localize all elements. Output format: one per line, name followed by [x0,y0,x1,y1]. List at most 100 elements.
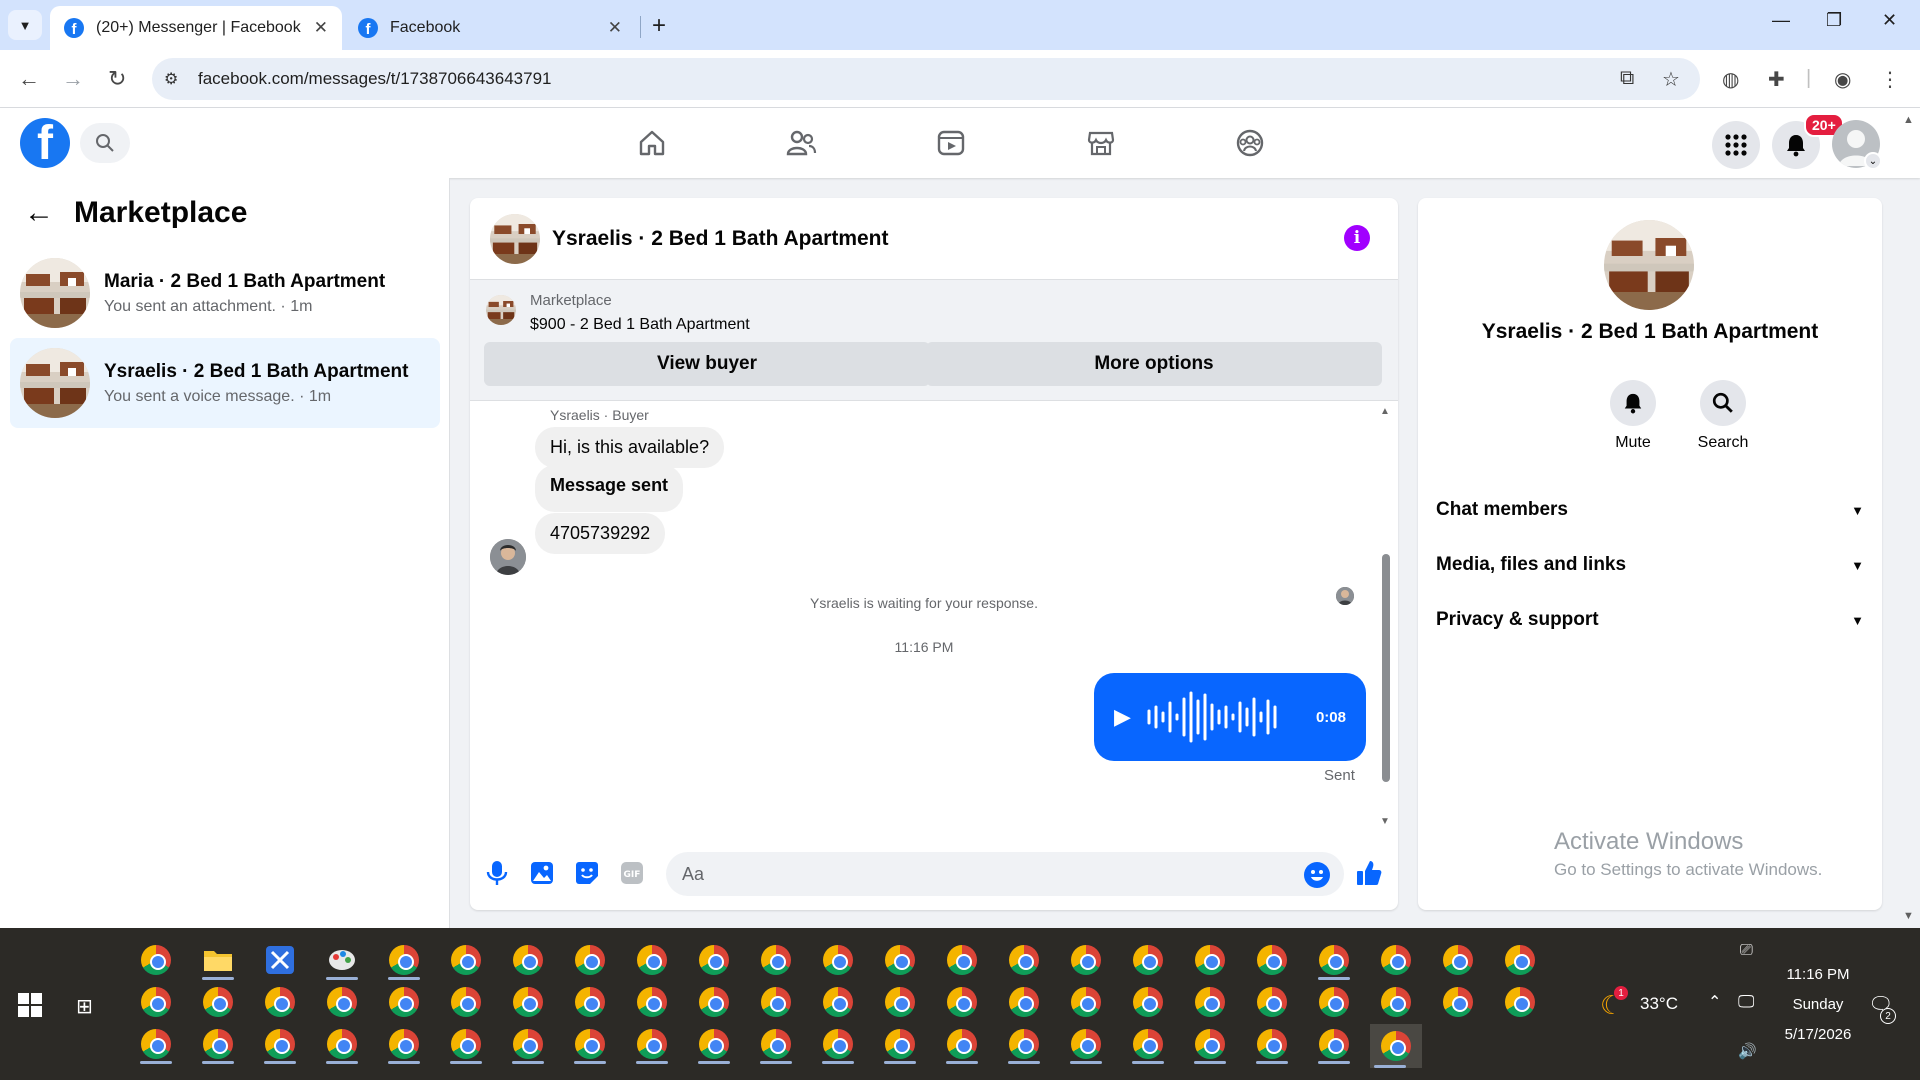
profile-icon[interactable]: ◉ [1834,67,1851,92]
info-icon[interactable]: i [1344,225,1370,251]
message-bubble-incoming[interactable]: Message sent [535,465,684,512]
chrome-icon[interactable] [1252,982,1292,1022]
chrome-icon[interactable] [1252,940,1292,980]
clock-date[interactable]: 5/17/2026 [1770,1026,1866,1043]
new-tab-icon[interactable]: + [652,12,666,40]
close-tab-icon[interactable]: ✕ [314,18,328,38]
close-window-icon[interactable]: ✕ [1882,10,1897,31]
chrome-icon[interactable] [1314,982,1354,1022]
chrome-icon[interactable] [1376,982,1416,1022]
address-bar[interactable]: facebook.com/messages/t/1738706643643791 [152,58,1700,100]
chrome-icon[interactable] [384,982,424,1022]
chrome-icon[interactable] [694,1024,734,1064]
play-icon[interactable]: ▶ [1114,704,1131,730]
network-icon[interactable]: 🖵 [1738,992,1754,1012]
chrome-icon[interactable] [1500,940,1540,980]
chrome-icon[interactable] [1314,940,1354,980]
facebook-logo-icon[interactable]: f [20,118,70,168]
chrome-icon[interactable] [1004,982,1044,1022]
scroll-up-icon[interactable]: ▲ [1380,406,1390,417]
thumbs-up-icon[interactable] [1354,858,1384,888]
chat-title[interactable]: Ysraelis · 2 Bed 1 Bath Apartment [552,227,889,251]
chrome-icon[interactable] [632,1024,672,1064]
sticker-icon[interactable] [572,858,602,888]
chrome-icon[interactable] [756,982,796,1022]
tab-search-menu-button[interactable]: ▼ [8,10,42,40]
chrome-icon[interactable] [136,982,176,1022]
scroll-down-icon[interactable]: ▼ [1380,816,1390,827]
marketplace-icon[interactable] [1046,122,1156,164]
site-info-icon[interactable]: ⚙ [164,69,178,89]
chrome-icon[interactable] [632,982,672,1022]
section-privacy-support[interactable]: Privacy & support ▼ [1436,600,1864,640]
chrome-icon[interactable] [756,1024,796,1064]
menu-grid-icon[interactable] [1712,121,1760,169]
search-icon[interactable] [80,123,130,163]
tray-overflow-chevron-icon[interactable]: ⌃ [1708,992,1721,1012]
groups-icon[interactable] [1195,122,1305,164]
page-scroll-up-icon[interactable]: ▲ [1903,114,1914,126]
install-app-icon[interactable]: ⧉ [1620,67,1634,90]
clock-time[interactable]: 11:16 PM [1776,966,1860,983]
conversation-item-maria[interactable]: Maria · 2 Bed 1 Bath Apartment You sent … [10,248,440,338]
scrollbar-thumb[interactable] [1382,554,1390,782]
chrome-icon[interactable] [446,982,486,1022]
chrome-icon[interactable] [1190,940,1230,980]
clock-day[interactable]: Sunday [1776,996,1860,1013]
chrome-icon[interactable] [1004,940,1044,980]
forward-icon[interactable]: → [62,66,84,92]
friends-icon[interactable] [746,122,856,164]
gif-icon[interactable]: GIF [617,858,647,888]
page-scroll-down-icon[interactable]: ▼ [1903,910,1914,922]
meet-now-icon[interactable]: ⎚ [1740,942,1753,960]
chrome-icon[interactable] [1438,940,1478,980]
chrome-icon[interactable] [260,1024,300,1064]
chrome-icon[interactable] [198,982,238,1022]
message-bubble-incoming[interactable]: Hi, is this available? [535,427,725,468]
chat-scrollbar[interactable]: ▲ ▼ [1380,406,1390,828]
chrome-icon[interactable] [694,982,734,1022]
chrome-icon[interactable] [508,1024,548,1064]
tab-messenger[interactable]: f (20+) Messenger | Facebook ✕ [50,6,342,50]
chrome-icon[interactable] [942,940,982,980]
chrome-icon[interactable] [818,1024,858,1064]
section-chat-members[interactable]: Chat members ▼ [1436,490,1864,530]
home-icon[interactable] [597,122,707,164]
listing-price-title[interactable]: $900 - 2 Bed 1 Bath Apartment [530,316,750,334]
windows-start-icon[interactable] [18,993,42,1017]
back-arrow-icon[interactable]: ← [24,196,54,230]
more-options-button[interactable]: More options [926,342,1382,386]
chrome-icon[interactable] [446,940,486,980]
mute-button[interactable]: Mute [1598,380,1668,452]
task-view-icon[interactable]: ⊞ [76,994,93,1019]
chrome-icon[interactable] [1438,982,1478,1022]
file-explorer-icon[interactable] [198,940,238,980]
search-button[interactable]: Search [1688,380,1758,452]
weather-temperature[interactable]: 33°C [1640,994,1678,1014]
section-media-files-links[interactable]: Media, files and links ▼ [1436,545,1864,585]
chrome-icon[interactable] [1500,982,1540,1022]
kebab-menu-icon[interactable]: ⋮ [1880,67,1900,92]
tab-facebook[interactable]: f Facebook ✕ [344,6,636,50]
message-bubble-incoming[interactable]: 4705739292 [535,513,666,554]
chrome-icon[interactable] [818,982,858,1022]
back-icon[interactable]: ← [18,66,40,92]
chrome-icon[interactable] [1004,1024,1044,1064]
chrome-icon[interactable] [384,1024,424,1064]
chrome-icon[interactable] [1376,940,1416,980]
close-tab-icon[interactable]: ✕ [608,18,622,38]
chrome-icon[interactable] [756,940,796,980]
extensions-puzzle-icon[interactable]: ✚ [1768,67,1785,92]
chrome-icon[interactable] [880,982,920,1022]
watch-video-icon[interactable] [896,122,1006,164]
chrome-icon[interactable] [880,1024,920,1064]
chrome-icon[interactable] [1252,1024,1292,1064]
chrome-icon[interactable] [942,982,982,1022]
paint-app-icon[interactable] [322,940,362,980]
voice-message-bubble[interactable]: ▶ 0:08 [1094,673,1366,761]
photo-icon[interactable] [527,858,557,888]
chrome-icon[interactable] [570,940,610,980]
chat-thumbnail[interactable] [490,214,540,264]
chrome-icon[interactable] [136,1024,176,1064]
conversation-item-ysraelis[interactable]: Ysraelis · 2 Bed 1 Bath Apartment You se… [10,338,440,428]
